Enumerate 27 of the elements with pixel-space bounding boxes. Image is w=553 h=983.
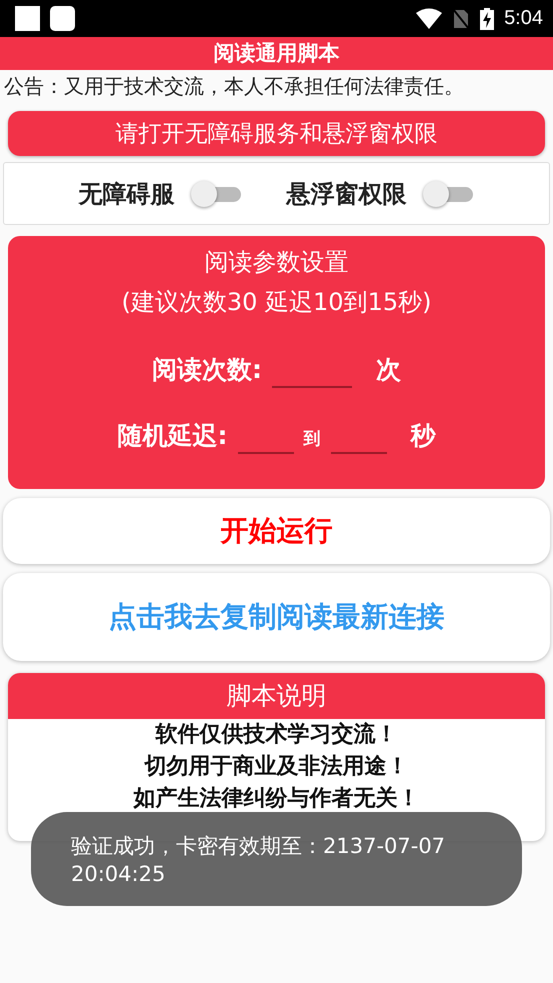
- copy-link-button[interactable]: 点击我去复制阅读最新连接: [3, 573, 550, 661]
- description-line: 如产生法律纠纷与作者无关！: [132, 785, 420, 813]
- toggle-switch[interactable]: [420, 178, 474, 208]
- settings-title: 阅读参数设置: [204, 247, 348, 278]
- notification-square-icon: [50, 6, 75, 31]
- switch-label: 悬浮窗权限: [286, 178, 406, 210]
- wifi-icon: [416, 8, 442, 30]
- description-line: 切勿用于商业及非法用途！: [143, 753, 410, 781]
- permission-button[interactable]: 请打开无障碍服务和悬浮窗权限: [8, 111, 545, 156]
- battery-charging-icon: [480, 8, 494, 30]
- toast-message: 验证成功，卡密有效期至：2137-07-07 20:04:25: [31, 812, 522, 906]
- count-unit: 次: [376, 354, 401, 386]
- delay-label: 随机延迟:: [118, 420, 228, 452]
- notification-square-icon: [15, 6, 40, 31]
- delay-unit: 秒: [410, 420, 436, 452]
- settings-hint: (建议次数30 延迟10到15秒): [122, 287, 432, 318]
- notice-text: 公告：又用于技术交流，本人不承担任何法律责任。: [3, 73, 465, 100]
- count-label: 阅读次数:: [152, 354, 262, 386]
- no-sim-icon: [452, 8, 470, 30]
- switch-label: 无障碍服: [78, 178, 174, 210]
- start-button[interactable]: 开始运行: [3, 498, 550, 564]
- toggle-switch[interactable]: [188, 178, 242, 208]
- description-line: 软件仅供技术学习交流！: [154, 720, 398, 749]
- app-title: 阅读通用脚本: [0, 37, 553, 70]
- delay-to-text: 到: [304, 428, 320, 451]
- description-header: 脚本说明: [8, 673, 545, 719]
- clock: 5:04: [504, 7, 543, 30]
